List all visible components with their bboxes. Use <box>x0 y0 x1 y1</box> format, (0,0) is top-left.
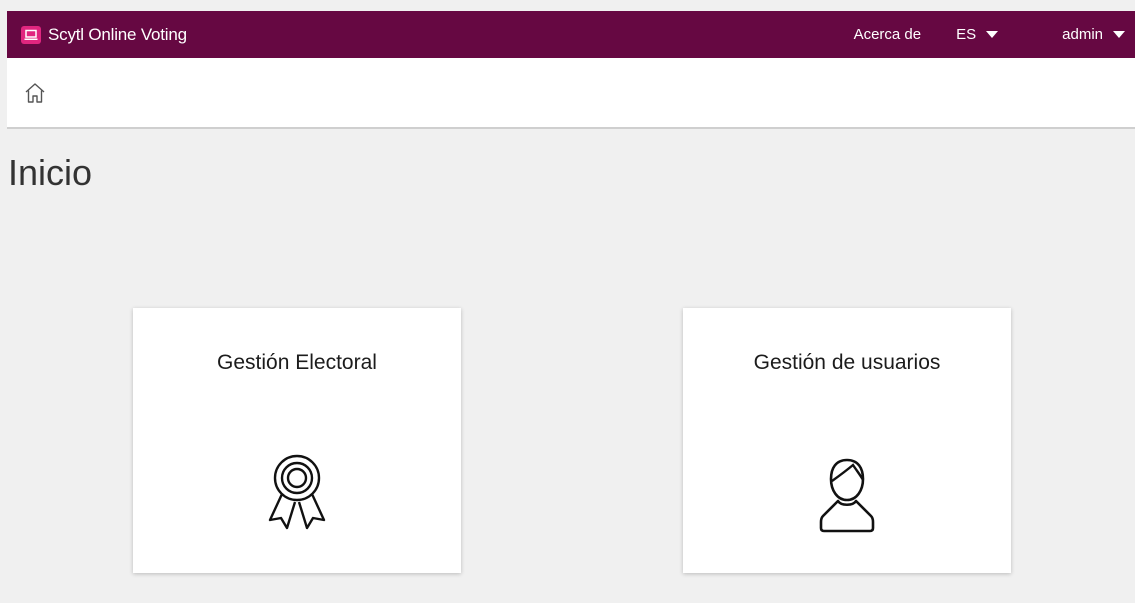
card-title: Gestión de usuarios <box>753 351 941 374</box>
brand-link[interactable]: Scytl Online Voting <box>21 25 187 45</box>
username-label: admin <box>1062 26 1103 43</box>
caret-down-icon <box>986 31 999 38</box>
about-link[interactable]: Acerca de <box>854 26 922 43</box>
page-title: Inicio <box>8 152 93 193</box>
user-management-card[interactable]: Gestión de usuarios <box>683 308 1011 573</box>
language-label: ES <box>956 26 977 43</box>
award-ribbon-icon <box>257 448 337 543</box>
caret-down-icon <box>1113 31 1125 38</box>
brand-name: Scytl Online Voting <box>48 24 187 44</box>
language-dropdown[interactable]: ES <box>956 26 999 43</box>
user-menu-dropdown[interactable]: admin <box>1062 26 1125 43</box>
laptop-icon <box>21 25 41 44</box>
top-navigation-bar: Scytl Online Voting Acerca de ES admin <box>7 11 1135 58</box>
breadcrumb <box>7 58 1135 129</box>
home-icon[interactable] <box>24 82 46 104</box>
card-title: Gestión Electoral <box>217 351 377 374</box>
user-icon <box>807 448 887 543</box>
electoral-management-card[interactable]: Gestión Electoral <box>133 308 461 573</box>
